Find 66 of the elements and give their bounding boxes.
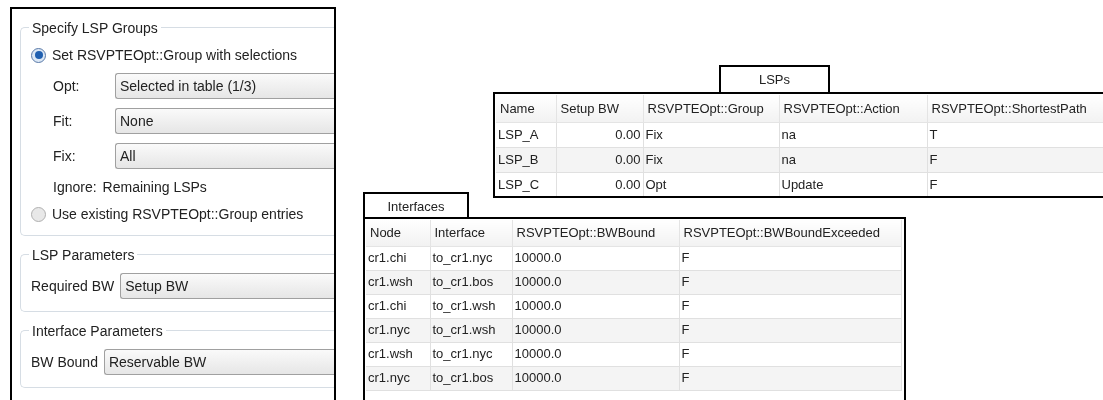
dropdown-field[interactable]: Reservable BW (103, 349, 334, 375)
table-cell: Fix (643, 122, 779, 147)
table-cell: F (679, 294, 901, 318)
table-cell: to_cr1.nyc (430, 246, 512, 270)
table-cell: F (679, 270, 901, 294)
table-cell: cr1.chi (366, 246, 430, 270)
dropdown-field[interactable]: Selected in table (1/3) (115, 73, 334, 99)
table-cell: na (779, 122, 927, 147)
dropdown-field[interactable]: All (115, 143, 334, 169)
table-cell: to_cr1.nyc (430, 342, 512, 366)
tab-label[interactable]: LSPs (719, 65, 830, 93)
table-cell: 10000.0 (512, 342, 679, 366)
field-label: Ignore: (53, 177, 97, 197)
column-header[interactable]: RSVPTEOpt::BWBound (512, 220, 679, 246)
table-cell: cr1.nyc (366, 318, 430, 342)
dropdown-field[interactable]: None (115, 108, 334, 134)
table-cell: 10000.0 (512, 246, 679, 270)
field-label: BW Bound (31, 352, 98, 372)
column-header[interactable]: Node (366, 220, 430, 246)
table-cell: LSP_B (496, 147, 556, 172)
column-header[interactable]: Setup BW (556, 95, 643, 122)
table-cell: to_cr1.bos (430, 366, 512, 390)
table-cell: cr1.chi (366, 294, 430, 318)
column-header[interactable]: Name (496, 95, 556, 122)
tab-label[interactable]: Interfaces (363, 192, 469, 219)
field-label: Fix: (53, 146, 77, 166)
table-cell: LSP_C (496, 172, 556, 196)
dropdown-field[interactable]: Setup BW (120, 273, 334, 299)
field-label: Opt: (53, 76, 81, 96)
table-cell: 10000.0 (512, 366, 679, 390)
table-cell: F (679, 342, 901, 366)
table-cell: 10000.0 (512, 294, 679, 318)
radio-label: Set RSVPTEOpt::Group with selections (52, 45, 298, 65)
table-cell: to_cr1.wsh (430, 294, 512, 318)
radio-button[interactable] (31, 47, 46, 63)
table-cell: 0.00 (556, 172, 643, 196)
column-header[interactable]: RSVPTEOpt::ShortestPath (927, 95, 1103, 122)
table-cell: F (927, 147, 1103, 172)
table-cell: na (779, 147, 927, 172)
radio-button[interactable] (31, 206, 46, 222)
table-cell: 0.00 (556, 122, 643, 147)
table-cell: T (927, 122, 1103, 147)
table-cell: LSP_A (496, 122, 556, 147)
table-cell: F (679, 246, 901, 270)
table-cell: to_cr1.wsh (430, 318, 512, 342)
table-cell: F (679, 366, 901, 390)
table-cell: 10000.0 (512, 318, 679, 342)
table-cell: 10000.0 (512, 270, 679, 294)
table-cell: to_cr1.bos (430, 270, 512, 294)
table-cell: cr1.wsh (366, 270, 430, 294)
table-cell: Fix (643, 147, 779, 172)
column-header[interactable]: RSVPTEOpt::BWBoundExceeded (679, 220, 901, 246)
radio-label: Use existing RSVPTEOpt::Group entries (52, 204, 304, 224)
column-header[interactable]: RSVPTEOpt::Action (779, 95, 927, 122)
table-cell: cr1.nyc (366, 366, 430, 390)
field-label: Fit: (53, 111, 74, 131)
table-cell: 0.00 (556, 147, 643, 172)
table-cell: Update (779, 172, 927, 196)
column-header[interactable]: RSVPTEOpt::Group (643, 95, 779, 122)
column-header[interactable]: Interface (430, 220, 512, 246)
field-value: Remaining LSPs (102, 177, 207, 197)
table-cell: F (927, 172, 1103, 196)
table-cell: cr1.wsh (366, 342, 430, 366)
field-label: Required BW (31, 276, 115, 296)
table-cell: F (679, 318, 901, 342)
table-cell: Opt (643, 172, 779, 196)
